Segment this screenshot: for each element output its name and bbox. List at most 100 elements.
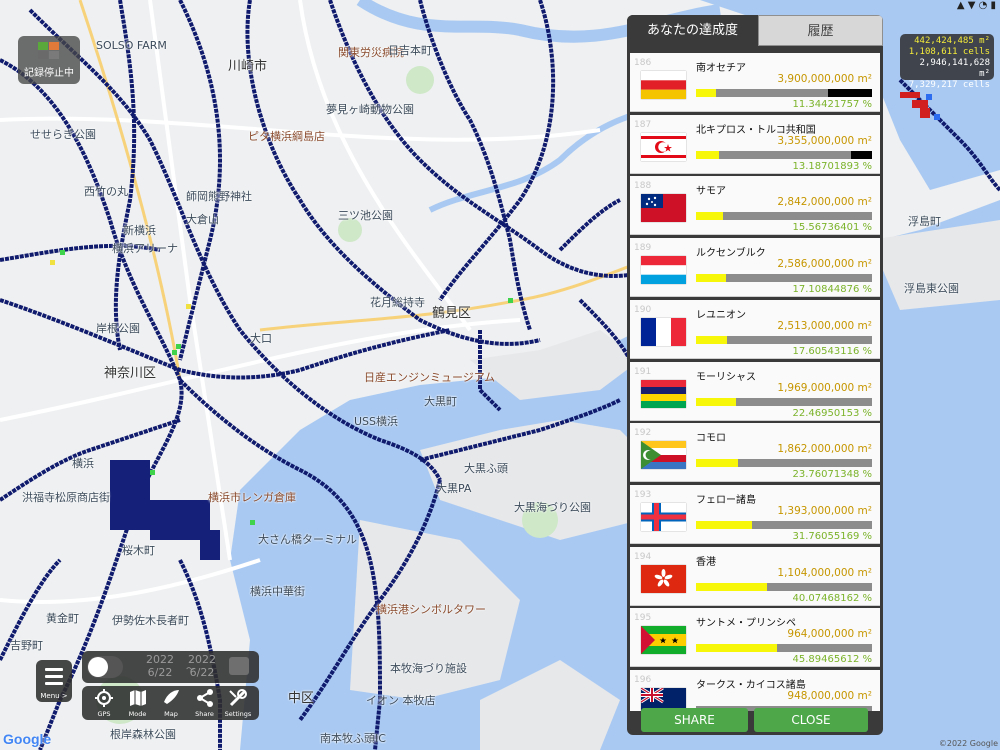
google-logo-text: Google (3, 731, 52, 747)
progress-percent: 13.18701893 % (792, 160, 872, 172)
map-label: 神奈川区 (104, 366, 157, 381)
map-label: 横浜市レンガ倉庫 (208, 491, 296, 504)
map-label: ピタ横浜綱島店 (248, 130, 325, 143)
rank-number: 187 (634, 119, 652, 130)
samoa-flag (641, 194, 686, 223)
map-pin-icon (164, 690, 179, 704)
progress-fill (696, 459, 738, 468)
list-item[interactable]: 188 サモア 2,842,000,000 m² 15.56736401 % (630, 176, 880, 236)
map-label: 根岸森林公園 (110, 728, 176, 741)
map-label: 南本牧ふ頭IC (320, 732, 386, 745)
country-name: 南オセチア (696, 63, 746, 74)
country-area: 948,000,000 m² (787, 690, 872, 702)
tab-achievement[interactable]: あなたの達成度 (627, 15, 758, 46)
progress-fill (696, 89, 716, 97)
settings-button[interactable]: Settings (222, 688, 254, 718)
map-label: 大口 (250, 332, 272, 345)
share-button[interactable]: SHARE (641, 708, 748, 732)
list-item[interactable]: 187 北キプロス・トルコ共和国 3,355,000,000 m² 13.187… (630, 114, 880, 174)
date-to-day[interactable]: 6/22 (182, 667, 222, 679)
map-label: 岸根公園 (96, 322, 140, 335)
tool-bar: GPS Mode Map Share Settings (82, 686, 259, 720)
country-name: ルクセンブルク (696, 248, 766, 260)
total-cells-stat: 7,329,217 cells (908, 80, 990, 90)
progress-bar (696, 520, 872, 529)
sao-tome-flag (641, 626, 686, 655)
progress-percent: 31.76055169 % (792, 530, 872, 542)
map-label: 大倉山 (186, 213, 219, 226)
map-label: 大さん橋ターミナル (258, 533, 357, 546)
list-item[interactable]: 193 フェロー諸島 1,393,000,000 m² 31.76055169 … (630, 484, 880, 544)
mode-button[interactable]: Mode (122, 688, 154, 718)
list-item[interactable]: 191 モーリシャス 1,969,000,000 m² 22.46950153 … (630, 361, 880, 421)
map-label: せせらぎ公園 (30, 128, 96, 141)
gps-button[interactable]: GPS (88, 688, 120, 718)
progress-fill (696, 274, 727, 283)
progress-fill (696, 397, 736, 406)
progress-percent: 23.76071348 % (792, 469, 872, 481)
country-name: タークス・カイコス諸島 (696, 680, 806, 691)
stats-box: 442,424,485 m² 1,108,611 cells 2,946,141… (900, 34, 994, 90)
country-name: サントメ・プリンシペ (696, 618, 796, 630)
country-name: 香港 (696, 556, 716, 568)
rank-number: 186 (634, 58, 652, 68)
tab-history[interactable]: 履歴 (758, 15, 883, 46)
menu-label: Menu > (40, 692, 68, 700)
map-label: 洪福寺松原商店街 (22, 491, 110, 504)
country-name: サモア (696, 186, 726, 198)
map-label: イオン 本牧店 (366, 694, 436, 707)
total-area-stat: 2,946,141,628 m² (919, 58, 990, 79)
map-label: 大黒海づり公園 (514, 501, 591, 514)
map-label: 大黒PA (436, 482, 472, 495)
progress-overflow (828, 89, 872, 97)
calendar-icon[interactable] (229, 657, 249, 675)
progress-percent: 45.89465612 % (792, 654, 872, 666)
rank-number: 190 (634, 304, 652, 315)
map-label: 浮島町 (908, 215, 941, 228)
cells-stat: 1,108,611 cells (908, 47, 990, 57)
map-label: 日産エンジンミュージアム (364, 371, 496, 384)
date-from-day[interactable]: 6/22 (140, 667, 180, 679)
recording-status-button[interactable]: 記録停止中 (18, 36, 80, 84)
progress-bar (696, 459, 872, 468)
progress-bar (696, 397, 872, 406)
country-area: 964,000,000 m² (787, 628, 872, 641)
tool-label: Settings (224, 710, 252, 718)
progress-bar (696, 150, 872, 159)
map-label: 中区 (288, 691, 315, 706)
date-to-year[interactable]: 2022 (182, 654, 222, 666)
map-label: 横浜 (72, 457, 94, 470)
map-label: USS横浜 (354, 415, 399, 428)
list-item[interactable]: 194 香港 1,104,000,000 m² 40.07468162 % (630, 546, 880, 606)
date-filter-toggle[interactable] (87, 656, 123, 678)
map-button[interactable]: Map (155, 688, 187, 718)
tool-label: Mode (128, 710, 147, 718)
list-item[interactable]: 189 ルクセンブルク 2,586,000,000 m² 17.10844876… (630, 238, 880, 298)
country-list[interactable]: 186 南オセチア 3,900,000,000 m² 11.34421757 %… (627, 53, 883, 711)
list-item[interactable]: 195 サントメ・プリンシペ 964,000,000 m² 45.8946561… (630, 608, 880, 668)
date-from-year[interactable]: 2022 (140, 654, 180, 666)
progress-fill (696, 582, 767, 591)
country-name: モーリシャス (696, 371, 756, 383)
panel-tabs: あなたの達成度 履歴 (627, 15, 883, 46)
menu-button[interactable]: Menu > (36, 660, 72, 702)
achievement-panel: あなたの達成度 履歴 186 南オセチア 3,900,000,000 m² 11… (627, 15, 883, 735)
list-item[interactable]: 186 南オセチア 3,900,000,000 m² 11.34421757 % (630, 53, 880, 112)
share-tool-button[interactable]: Share (189, 688, 221, 718)
list-item[interactable]: 192 コモロ 1,862,000,000 m² 23.76071348 % (630, 423, 880, 483)
country-area: 3,355,000,000 m² (777, 134, 872, 147)
country-name: フェロー諸島 (696, 494, 756, 506)
list-item[interactable]: 190 レユニオン 2,513,000,000 m² 17.60543116 % (630, 299, 880, 359)
device-status-bar: ▲ ▼ ◔ ▮ (957, 0, 996, 16)
list-item[interactable]: 196 タークス・カイコス諸島 948,000,000 m² (630, 670, 880, 711)
map-label: 横浜アリーナ (112, 242, 178, 255)
tool-label: GPS (97, 710, 111, 718)
country-area: 2,842,000,000 m² (777, 196, 872, 209)
map-label: 横浜中華街 (250, 585, 305, 598)
close-button[interactable]: CLOSE (754, 708, 868, 732)
map-label: 西竹の丸 (84, 185, 128, 198)
progress-fill (696, 212, 724, 221)
faroe-islands-flag (641, 502, 686, 531)
comoros-flag (641, 441, 686, 470)
wrench-icon (229, 689, 247, 707)
